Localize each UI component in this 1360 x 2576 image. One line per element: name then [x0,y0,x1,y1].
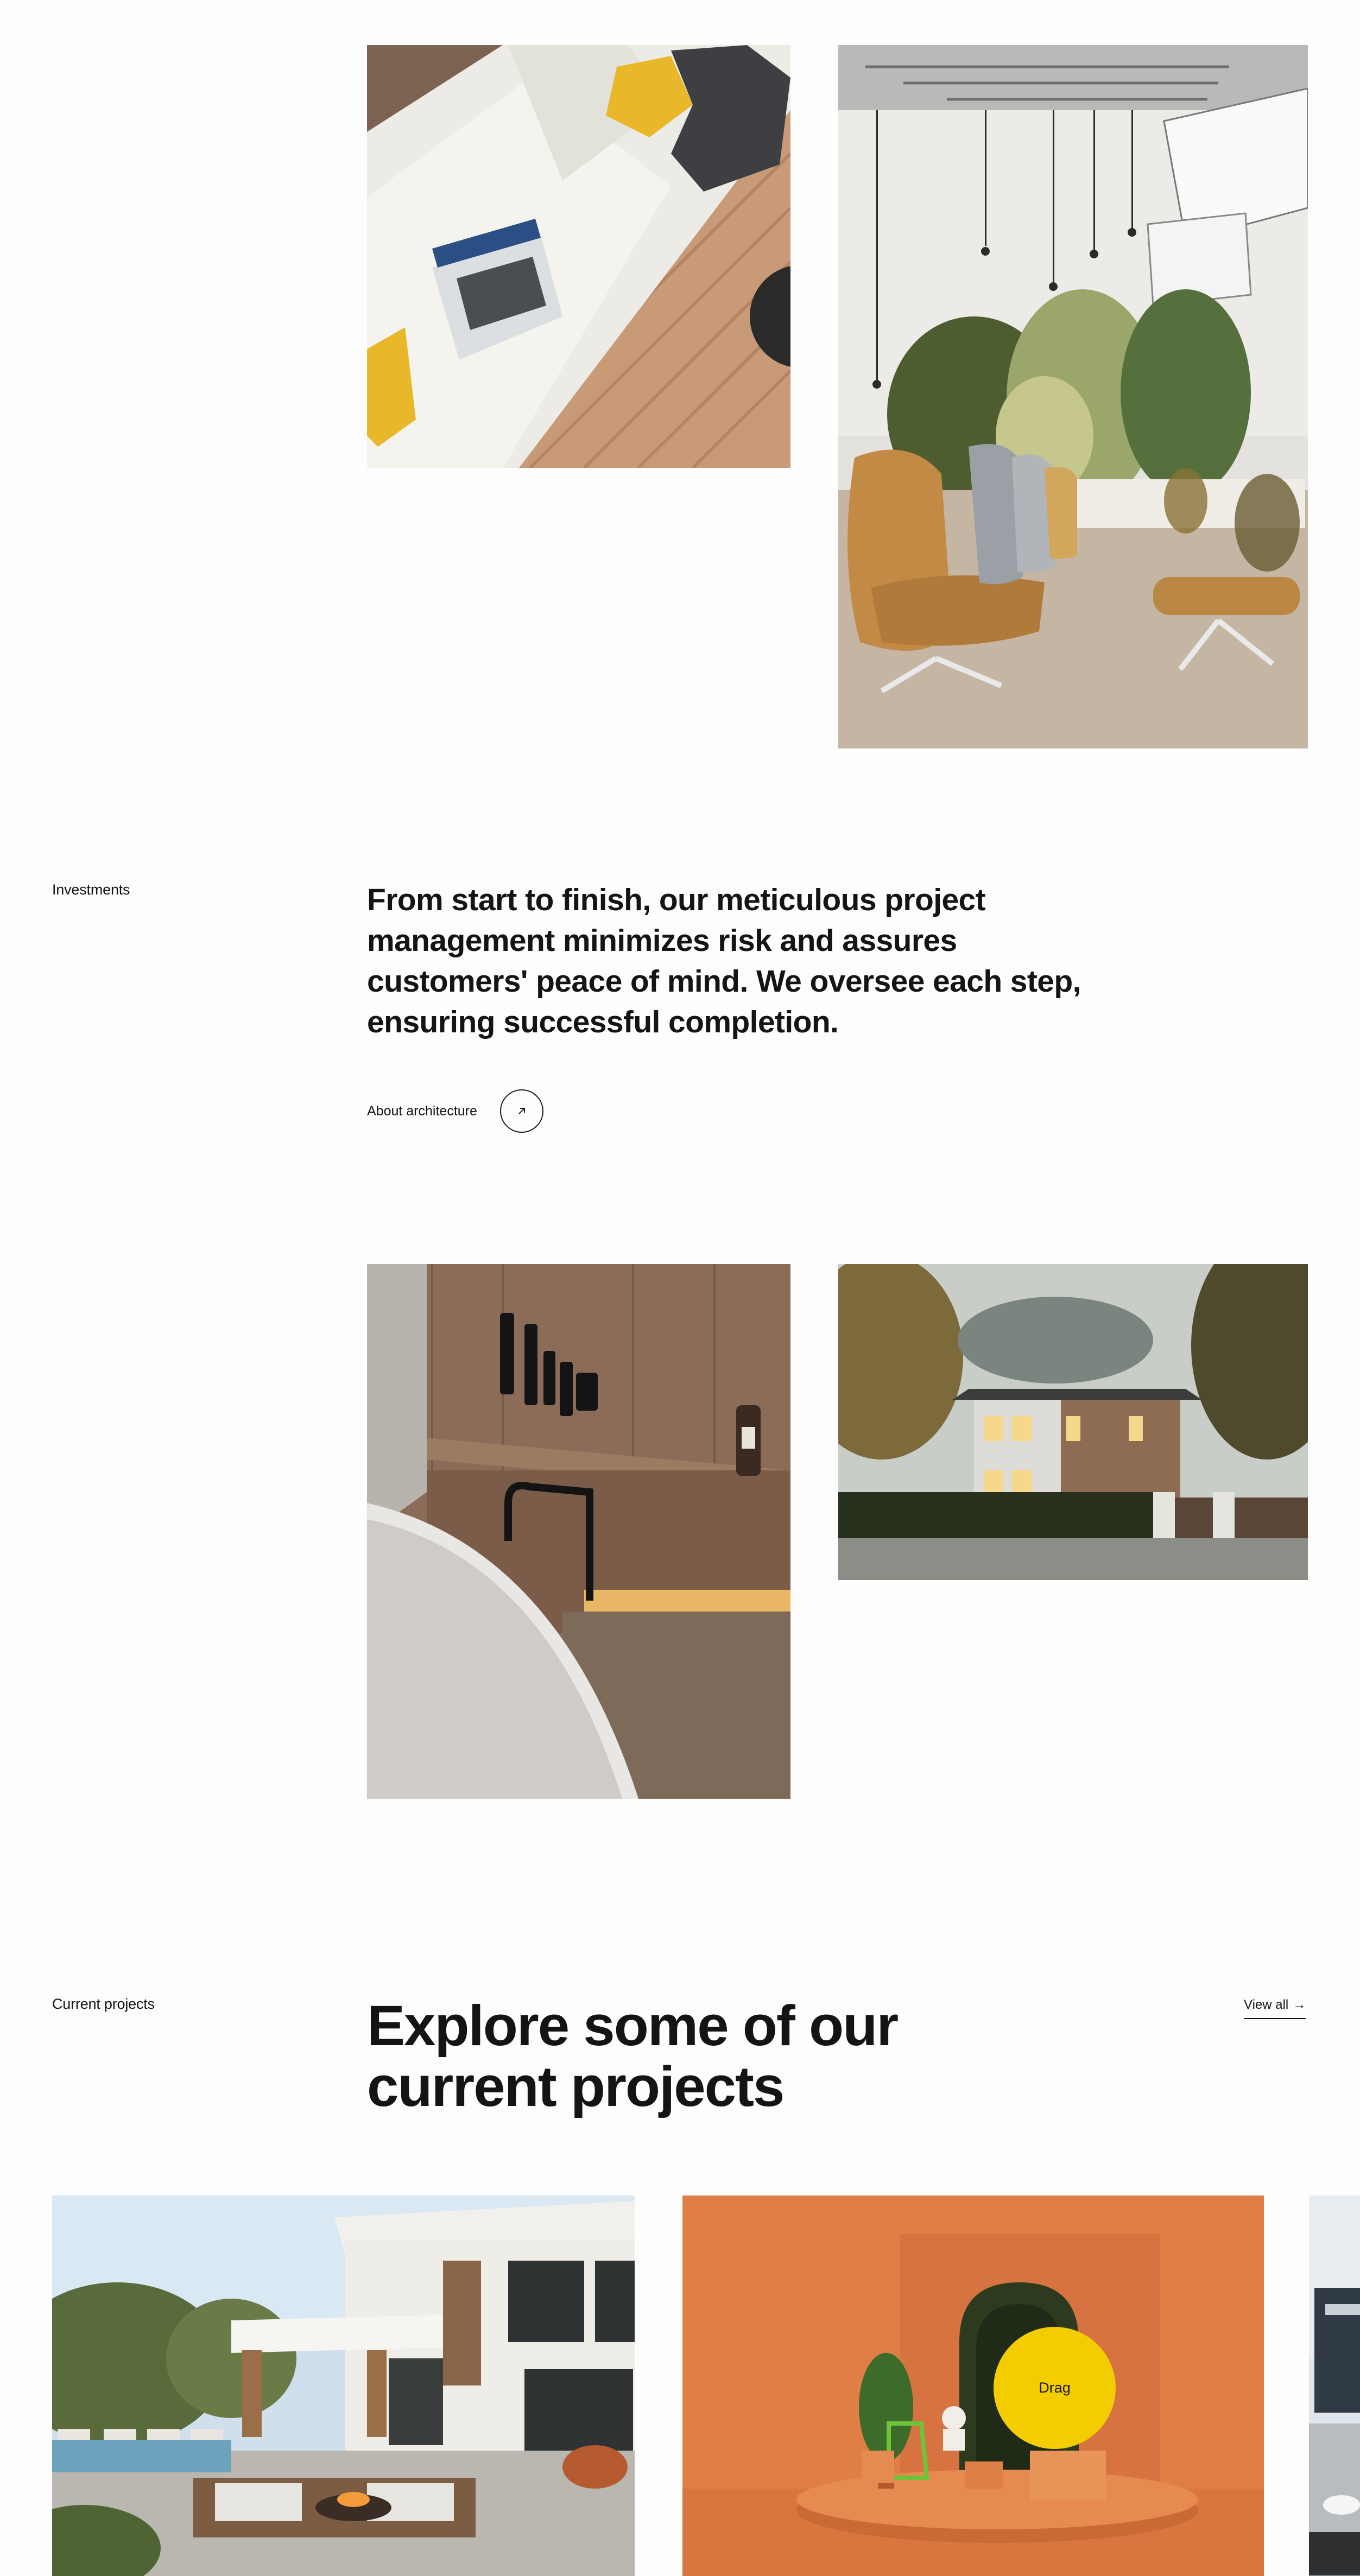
drag-label: Drag [1039,2380,1071,2396]
arrow-right-icon: → [1293,1997,1306,2012]
house-exterior-photo [838,1264,1308,1580]
section-label-current-projects: Current projects [52,1996,155,2012]
projects-heading-line1: Explore some of our [367,1994,899,2058]
bathroom-tub-photo [367,1264,790,1799]
view-all-label: View all [1244,1997,1289,2012]
projects-heading-line2: current projects [367,2055,785,2118]
about-architecture-link[interactable]: About architecture [367,1089,543,1133]
view-all-link[interactable]: View all → [1244,1997,1306,2019]
about-architecture-label: About architecture [367,1103,477,1119]
office-lounge-photo [838,45,1308,748]
project-card-villa[interactable] [52,2196,635,2576]
projects-heading: Explore some of our current projects [367,1996,1019,2117]
drag-cursor-badge[interactable]: Drag [994,2327,1116,2449]
investments-lead-text: From start to finish, our meticulous pro… [367,883,1081,1039]
section-label-investments: Investments [52,881,130,898]
arrow-up-right-icon[interactable] [499,1089,543,1133]
project-card-terracotta[interactable] [682,2196,1264,2576]
sofa-laptop-photo [367,45,790,468]
project-card-street[interactable] [1309,2196,1360,2576]
